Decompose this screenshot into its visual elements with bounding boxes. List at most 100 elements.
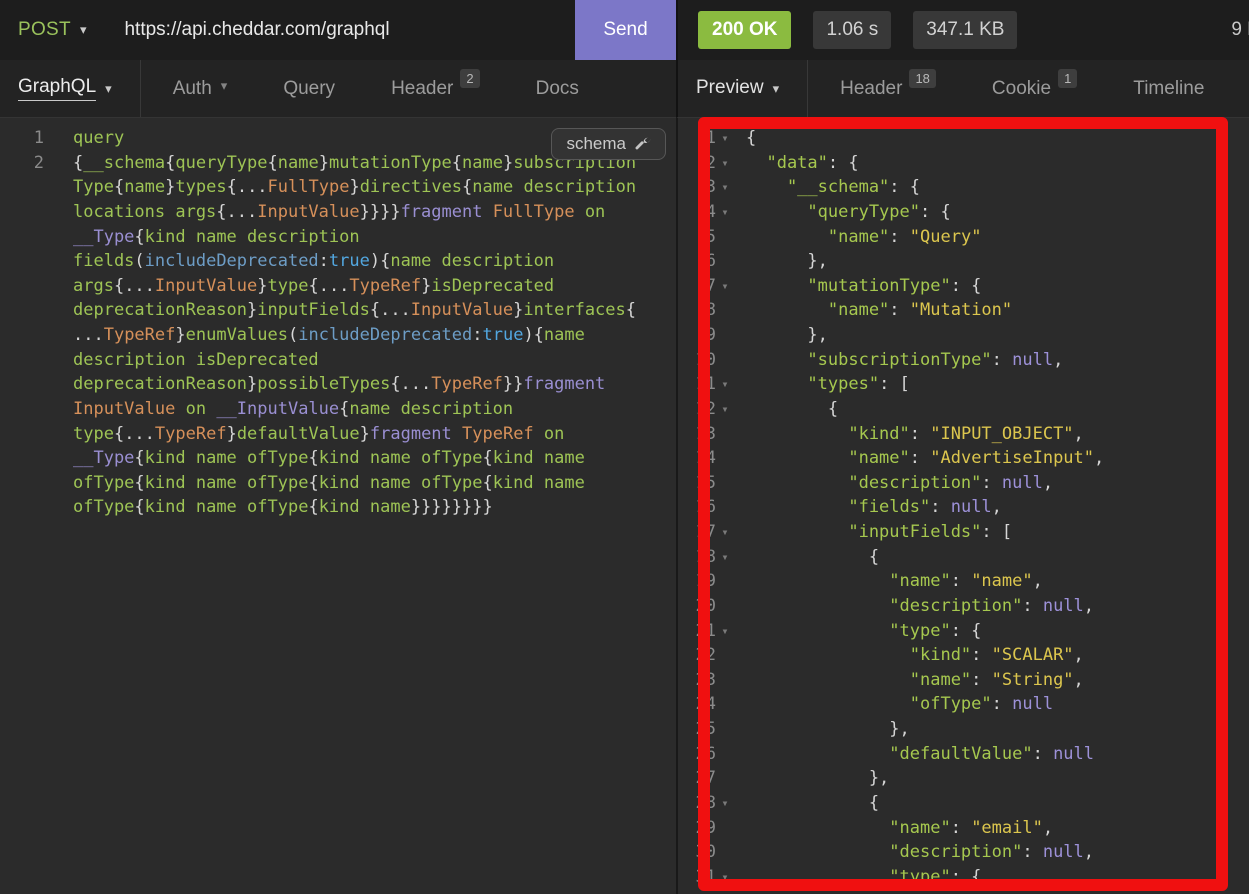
url-input[interactable]: https://api.cheddar.com/graphql [124, 19, 389, 41]
code-text: "name": "Query" [746, 225, 981, 250]
fold-toggle-icon[interactable]: ▾ [716, 200, 734, 225]
code-line: 27 }, [678, 766, 1249, 791]
code-text: "name": "email", [746, 816, 1053, 841]
request-tab-bar: GraphQL ▾ Auth▾QueryHeader2Docs [0, 60, 676, 118]
tab-label: Cookie [992, 78, 1051, 100]
code-line: 10 "subscriptionType": null, [678, 348, 1249, 373]
code-line: 12▾ { [678, 397, 1249, 422]
fold-toggle-icon[interactable]: ▾ [716, 175, 734, 200]
tab-docs[interactable]: Docs [536, 78, 579, 100]
preview-mode-dropdown[interactable]: Preview ▾ [678, 60, 808, 117]
code-text: args{...InputValue}type{...TypeRef}isDep… [73, 274, 554, 299]
tab-header[interactable]: Header18 [840, 78, 936, 100]
code-text: "inputFields": [ [746, 520, 1012, 545]
tab-timeline[interactable]: Timeline [1133, 78, 1204, 100]
fold-toggle-icon[interactable]: ▾ [716, 619, 734, 644]
code-line: description isDeprecated [0, 348, 676, 373]
code-text: "kind": "INPUT_OBJECT", [746, 422, 1084, 447]
fold-toggle-icon[interactable]: ▾ [716, 151, 734, 176]
line-number: 31 [678, 865, 716, 890]
line-number: 17 [678, 520, 716, 545]
fold-toggle-icon[interactable]: ▾ [716, 791, 734, 816]
line-number: 3 [678, 175, 716, 200]
code-line: ...TypeRef}enumValues(includeDeprecated:… [0, 323, 676, 348]
line-number: 18 [678, 545, 716, 570]
response-preview-editor[interactable]: 1▾{2▾ "data": {3▾ "__schema": {4▾ "query… [676, 118, 1249, 894]
code-line: InputValue on __InputValue{name descript… [0, 397, 676, 422]
line-number: 19 [678, 569, 716, 594]
code-line: locations args{...InputValue}}}}fragment… [0, 200, 676, 225]
response-tab-list: Header18 Cookie1 Timeline [840, 78, 1204, 100]
code-text: "ofType": null [746, 692, 1053, 717]
code-text: "defaultValue": null [746, 742, 1094, 767]
code-text: __Type{kind name ofType{kind name ofType… [73, 446, 585, 471]
line-number [0, 274, 44, 299]
fold-spacer [716, 643, 734, 668]
code-line: 3▾ "__schema": { [678, 175, 1249, 200]
code-line: 6 }, [678, 249, 1249, 274]
chevron-down-icon[interactable]: ▾ [80, 22, 87, 38]
code-line: deprecationReason}possibleTypes{...TypeR… [0, 372, 676, 397]
line-number: 29 [678, 816, 716, 841]
tab-label: Auth [173, 78, 212, 100]
fold-toggle-icon[interactable]: ▾ [716, 274, 734, 299]
code-line: 28▾ { [678, 791, 1249, 816]
tab-cookie[interactable]: Cookie1 [992, 78, 1077, 100]
code-text: }, [746, 766, 889, 791]
fold-spacer [716, 249, 734, 274]
code-line: 8 "name": "Mutation" [678, 298, 1249, 323]
line-number [0, 471, 44, 496]
api-client-window: { "topbar": { "method": "POST", "url": "… [0, 0, 1249, 894]
line-number [0, 225, 44, 250]
fold-toggle-icon[interactable]: ▾ [716, 126, 734, 151]
code-line: 17▾ "inputFields": [ [678, 520, 1249, 545]
code-line: __Type{kind name description [0, 225, 676, 250]
code-text: { [746, 397, 838, 422]
line-number [0, 495, 44, 520]
code-line: 16 "fields": null, [678, 495, 1249, 520]
code-line: 23 "name": "String", [678, 668, 1249, 693]
tab-label: Header [391, 78, 453, 100]
tab-header[interactable]: Header2 [391, 78, 480, 100]
fold-toggle-icon[interactable]: ▾ [716, 545, 734, 570]
code-text: "type": { [746, 865, 981, 890]
code-line: 1▾{ [678, 126, 1249, 151]
line-number: 30 [678, 840, 716, 865]
line-number [0, 298, 44, 323]
graphql-query-editor[interactable]: 1query2{__schema{queryType{name}mutation… [0, 118, 676, 894]
tab-query[interactable]: Query [283, 78, 335, 100]
method-dropdown[interactable]: POST [18, 19, 71, 41]
code-line: 19 "name": "name", [678, 569, 1249, 594]
schema-button[interactable]: schema [551, 128, 666, 160]
line-number: 15 [678, 471, 716, 496]
line-number: 22 [678, 643, 716, 668]
code-line: 9 }, [678, 323, 1249, 348]
line-number: 13 [678, 422, 716, 447]
code-text: }, [746, 249, 828, 274]
body-type-dropdown[interactable]: GraphQL ▾ [0, 60, 141, 117]
fold-spacer [716, 668, 734, 693]
fold-toggle-icon[interactable]: ▾ [716, 520, 734, 545]
chevron-down-icon: ▾ [105, 81, 112, 97]
line-number: 7 [678, 274, 716, 299]
line-number [0, 372, 44, 397]
code-line: 31▾ "type": { [678, 865, 1249, 890]
code-line: deprecationReason}inputFields{...InputVa… [0, 298, 676, 323]
tab-auth[interactable]: Auth▾ [173, 78, 228, 100]
code-line: __Type{kind name ofType{kind name ofType… [0, 446, 676, 471]
schema-button-label: schema [566, 134, 626, 154]
line-number [0, 422, 44, 447]
fold-spacer [716, 422, 734, 447]
fold-toggle-icon[interactable]: ▾ [716, 397, 734, 422]
fold-toggle-icon[interactable]: ▾ [716, 372, 734, 397]
line-number: 27 [678, 766, 716, 791]
tab-label: Header [840, 78, 902, 100]
code-text: type{...TypeRef}defaultValue}fragment Ty… [73, 422, 564, 447]
code-text: "subscriptionType": null, [746, 348, 1063, 373]
line-number: 28 [678, 791, 716, 816]
fold-toggle-icon[interactable]: ▾ [716, 865, 734, 890]
response-history-dropdown[interactable]: 9 M [1231, 19, 1249, 41]
send-button[interactable]: Send [575, 0, 676, 60]
line-number: 21 [678, 619, 716, 644]
code-line: 4▾ "queryType": { [678, 200, 1249, 225]
